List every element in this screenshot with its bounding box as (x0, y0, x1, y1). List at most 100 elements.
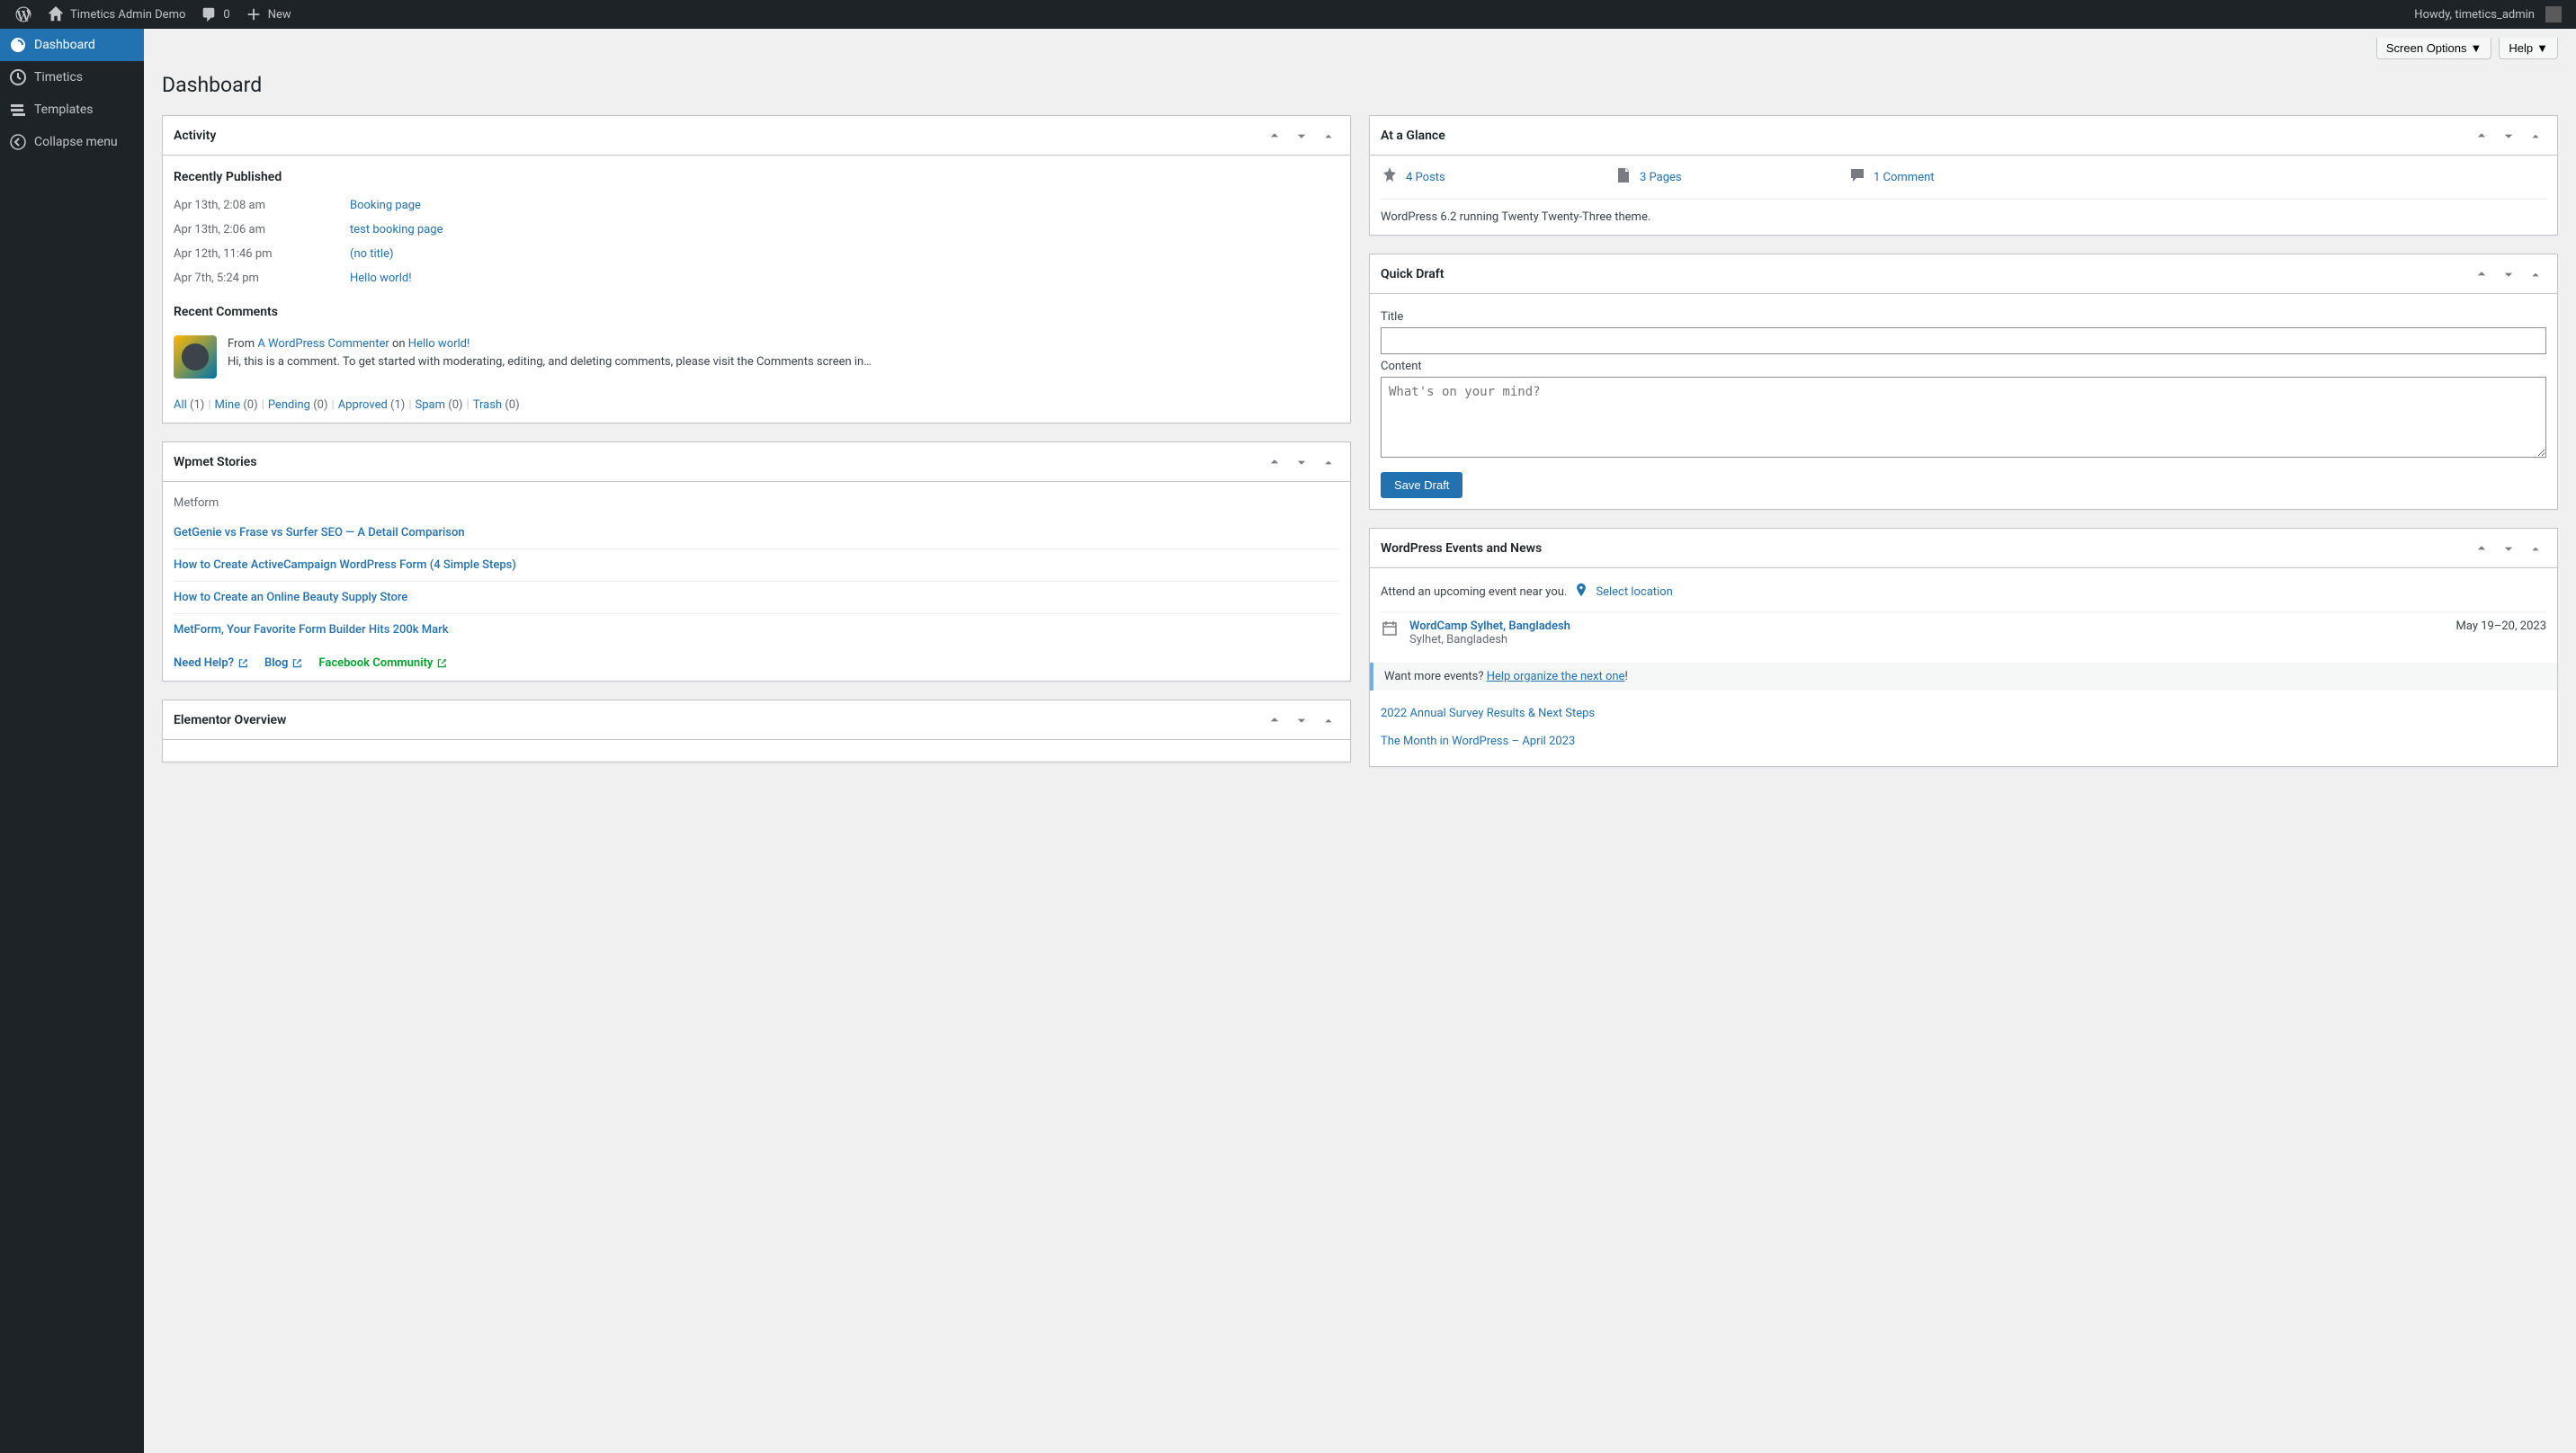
blog-link[interactable]: Blog (264, 656, 302, 670)
collapse-icon (9, 133, 27, 151)
event-location: Sylhet, Bangladesh (1409, 633, 2446, 646)
need-help-link[interactable]: Need Help? (174, 656, 248, 670)
theme-info: WordPress 6.2 running Twenty Twenty-Thre… (1381, 199, 2546, 224)
title-input[interactable] (1381, 327, 2546, 354)
plus-icon (245, 5, 263, 23)
glance-title: At a Glance (1381, 129, 1445, 143)
news-link[interactable]: 2022 Annual Survey Results & Next Steps (1381, 700, 2546, 727)
filter-link[interactable]: Mine (215, 398, 241, 412)
move-up-button[interactable] (1264, 709, 1285, 731)
published-row: Apr 13th, 2:06 am test booking page (174, 218, 1339, 242)
filter-count: (0) (445, 398, 463, 412)
filter-count: (0) (502, 398, 520, 412)
move-down-button[interactable] (1291, 709, 1312, 731)
event-name-link[interactable]: WordCamp Sylhet, Bangladesh (1409, 620, 1570, 633)
filter-link[interactable]: Pending (268, 398, 310, 412)
facebook-community-link[interactable]: Facebook Community (318, 656, 447, 670)
toggle-button[interactable] (2525, 125, 2546, 147)
help-organize-link[interactable]: Help organize the next one (1487, 670, 1625, 683)
title-label: Title (1381, 310, 2546, 324)
page-icon (1614, 166, 1632, 188)
post-link[interactable]: (no title) (350, 247, 394, 261)
toggle-button[interactable] (1318, 125, 1339, 147)
move-up-button[interactable] (2471, 125, 2492, 147)
wpmet-title: Wpmet Stories (174, 455, 256, 469)
comments-link[interactable]: 0 (192, 0, 237, 29)
timetics-icon (9, 68, 27, 86)
published-row: Apr 12th, 11:46 pm(no title) (174, 242, 1339, 266)
toggle-button[interactable] (1318, 451, 1339, 473)
toggle-button[interactable] (2525, 263, 2546, 285)
sidebar-item-label: Templates (34, 103, 94, 117)
move-down-button[interactable] (2498, 125, 2519, 147)
recent-comments-heading: Recent Comments (174, 305, 1339, 319)
quick-draft-widget: Quick Draft Title Content Save Draft (1369, 254, 2558, 510)
my-account[interactable]: Howdy, timetics_admin (2407, 0, 2569, 29)
story-link[interactable]: How to Create ActiveCampaign WordPress F… (174, 548, 1339, 581)
glance-comments: 1 Comment (1848, 166, 2028, 188)
posts-link[interactable]: 4 Posts (1406, 171, 1445, 184)
move-down-button[interactable] (2498, 538, 2519, 559)
pin-icon (1381, 166, 1399, 188)
filter-count: (1) (187, 398, 205, 412)
toggle-button[interactable] (1318, 709, 1339, 731)
comment-icon (200, 5, 218, 23)
new-label: New (268, 8, 291, 22)
help-button[interactable]: Help ▼ (2499, 38, 2558, 59)
story-link[interactable]: GetGenie vs Frase vs Surfer SEO — A Deta… (174, 517, 1339, 548)
home-icon (47, 5, 65, 23)
filter-count: (0) (310, 398, 328, 412)
comment-author-link[interactable]: A WordPress Commenter (257, 337, 389, 351)
glance-pages: 3 Pages (1614, 166, 1794, 188)
move-down-button[interactable] (1291, 451, 1312, 473)
wp-logo[interactable] (7, 0, 40, 29)
event-date: May 19–20, 2023 (2456, 620, 2546, 646)
activity-title: Activity (174, 129, 216, 143)
caret-down-icon: ▼ (2471, 41, 2482, 55)
filter-link[interactable]: Approved (338, 398, 388, 412)
sidebar-item-collapse[interactable]: Collapse menu (0, 126, 144, 158)
screen-options-button[interactable]: Screen Options ▼ (2376, 38, 2491, 59)
site-name-text: Timetics Admin Demo (70, 8, 185, 22)
comment-filters: All (1)|Mine (0)|Pending (0)|Approved (1… (174, 386, 1339, 412)
attend-text: Attend an upcoming event near you. (1381, 585, 1567, 599)
page-title: Dashboard (162, 65, 2558, 101)
move-up-button[interactable] (2471, 538, 2492, 559)
new-content-link[interactable]: New (237, 0, 299, 29)
filter-link[interactable]: Trash (473, 398, 502, 412)
post-link[interactable]: Hello world! (350, 272, 412, 285)
comment-post-link[interactable]: Hello world! (408, 337, 470, 351)
avatar (2545, 6, 2562, 22)
wpmet-stories-widget: Wpmet Stories Metform GetGenie vs Frase … (162, 441, 1351, 682)
site-name-link[interactable]: Timetics Admin Demo (40, 0, 192, 29)
admin-bar: Timetics Admin Demo 0 New Howdy, timetic… (0, 0, 2576, 29)
activity-widget: Activity Recently Published Apr 13th, 2:… (162, 115, 1351, 423)
on-label: on (389, 337, 408, 351)
sidebar-item-templates[interactable]: Templates (0, 94, 144, 126)
story-link[interactable]: How to Create an Online Beauty Supply St… (174, 581, 1339, 613)
move-up-button[interactable] (2471, 263, 2492, 285)
comments-link[interactable]: 1 Comment (1874, 171, 1935, 184)
news-link[interactable]: The Month in WordPress – April 2023 (1381, 727, 2546, 755)
post-link[interactable]: test booking page (350, 223, 443, 236)
publish-date: Apr 13th, 2:06 am (174, 223, 300, 236)
story-link[interactable]: MetForm, Your Favorite Form Builder Hits… (174, 613, 1339, 646)
toggle-button[interactable] (2525, 538, 2546, 559)
sidebar-item-dashboard[interactable]: Dashboard (0, 29, 144, 61)
from-label: From (228, 337, 257, 351)
move-up-button[interactable] (1264, 451, 1285, 473)
sidebar-item-timetics[interactable]: Timetics (0, 61, 144, 94)
save-draft-button[interactable]: Save Draft (1381, 472, 1462, 498)
select-location-link[interactable]: Select location (1596, 585, 1672, 599)
published-row: Apr 13th, 2:08 amBooking page (174, 193, 1339, 218)
filter-link[interactable]: Spam (416, 398, 446, 412)
published-row: Apr 7th, 5:24 pmHello world! (174, 266, 1339, 290)
move-down-button[interactable] (2498, 263, 2519, 285)
move-up-button[interactable] (1264, 125, 1285, 147)
sidebar-item-label: Collapse menu (34, 135, 118, 149)
filter-link[interactable]: All (174, 398, 187, 412)
move-down-button[interactable] (1291, 125, 1312, 147)
content-textarea[interactable] (1381, 377, 2546, 458)
post-link[interactable]: Booking page (350, 199, 421, 212)
pages-link[interactable]: 3 Pages (1640, 171, 1682, 184)
